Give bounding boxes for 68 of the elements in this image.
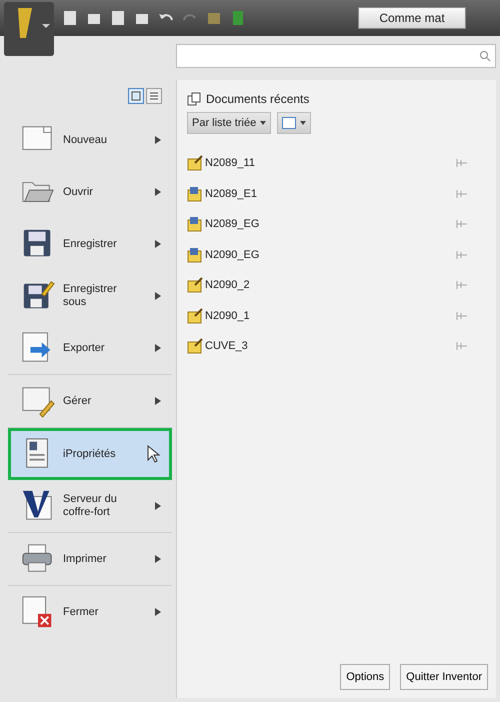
- pin-icon[interactable]: [456, 219, 468, 230]
- recent-file-item[interactable]: N2090_1: [177, 300, 496, 331]
- material-dropdown[interactable]: Comme mat: [358, 7, 466, 29]
- view-dropdown[interactable]: [277, 112, 312, 134]
- menu-item[interactable]: Enregistrer: [8, 218, 172, 270]
- dialog-button[interactable]: Quitter Inventor: [400, 664, 488, 690]
- file-name: N2089_E1: [205, 188, 258, 200]
- file-name: CUVE_3: [205, 340, 249, 352]
- part-file-icon: [187, 155, 203, 172]
- file-name: N2090_2: [205, 279, 251, 292]
- sort-dropdown[interactable]: Par liste triée: [187, 112, 272, 134]
- pin-icon[interactable]: [456, 280, 468, 290]
- pin-icon[interactable]: [456, 310, 468, 321]
- pin-icon[interactable]: [456, 158, 468, 168]
- pin-icon[interactable]: [456, 341, 468, 352]
- file-name: N2089_11: [205, 157, 256, 170]
- toolbar-box-icon[interactable]: [206, 10, 222, 26]
- menu-item-label: Enregistrer sous: [63, 283, 118, 309]
- menu-item-label: Fermer: [63, 606, 100, 618]
- view-icon: [282, 117, 296, 129]
- icon-view-toggle-icon[interactable]: [128, 88, 144, 104]
- menu-item-label: Exporter: [63, 342, 106, 354]
- search-field[interactable]: [176, 44, 496, 68]
- menu-item-label: Nouveau: [63, 134, 108, 146]
- caret-icon: [260, 121, 266, 125]
- menu-item-label: Gérer: [63, 394, 92, 408]
- file-name: N2089_EG: [205, 218, 260, 230]
- menu-item-label: Imprimer: [63, 552, 108, 566]
- recent-file-item[interactable]: N2089_11: [177, 148, 496, 178]
- dialog-button[interactable]: Options: [340, 664, 390, 690]
- menu-item[interactable]: Imprimer: [8, 533, 172, 585]
- mouse-cursor-icon: [147, 445, 161, 463]
- file-name: N2090_EG: [205, 248, 260, 261]
- assembly-file-icon: [187, 216, 203, 232]
- recent-file-item[interactable]: CUVE_3: [177, 331, 496, 362]
- part-file-icon: [187, 308, 203, 324]
- menu-item-label: Ouvrir: [63, 186, 94, 198]
- pin-icon[interactable]: [456, 250, 468, 260]
- assembly-file-icon: [187, 246, 203, 263]
- recent-file-item[interactable]: N2090_EG: [177, 240, 496, 270]
- recent-documents-title: Documents récents: [206, 92, 310, 106]
- menu-item[interactable]: Enregistrer sous: [8, 270, 172, 322]
- menu-item[interactable]: Gérer: [8, 375, 172, 427]
- documents-icon: [187, 92, 201, 106]
- part-file-icon: [187, 277, 203, 294]
- recent-file-item[interactable]: N2089_EG: [177, 209, 496, 240]
- menu-item[interactable]: Exporter: [8, 322, 172, 374]
- menu-item[interactable]: Serveur du coffre-fort: [8, 480, 172, 532]
- toolbar-document-icon[interactable]: [62, 10, 78, 26]
- menu-item[interactable]: Fermer: [8, 586, 172, 638]
- toolbar-document-icon[interactable]: [110, 10, 126, 26]
- recent-file-item[interactable]: N2089_E1: [177, 178, 496, 209]
- file-name: N2090_1: [205, 310, 251, 322]
- toolbar-update-icon[interactable]: [230, 10, 246, 26]
- pin-icon[interactable]: [456, 188, 468, 199]
- part-file-icon: [187, 338, 203, 354]
- menu-item[interactable]: iPropriétés: [8, 428, 172, 480]
- caret-icon: [300, 121, 306, 125]
- application-menu-button[interactable]: [4, 2, 54, 56]
- search-icon[interactable]: [479, 50, 491, 62]
- assembly-file-icon: [187, 186, 203, 202]
- menu-item-label: Enregistrer: [63, 238, 118, 250]
- menu-item[interactable]: Ouvrir: [8, 166, 172, 218]
- menu-item-label: iPropriétés: [63, 448, 117, 460]
- list-view-toggle-icon[interactable]: [146, 88, 162, 104]
- menu-item[interactable]: Nouveau: [8, 114, 172, 166]
- menu-item-label: Serveur du coffre-fort: [63, 493, 118, 519]
- recent-file-item[interactable]: N2090_2: [177, 270, 496, 300]
